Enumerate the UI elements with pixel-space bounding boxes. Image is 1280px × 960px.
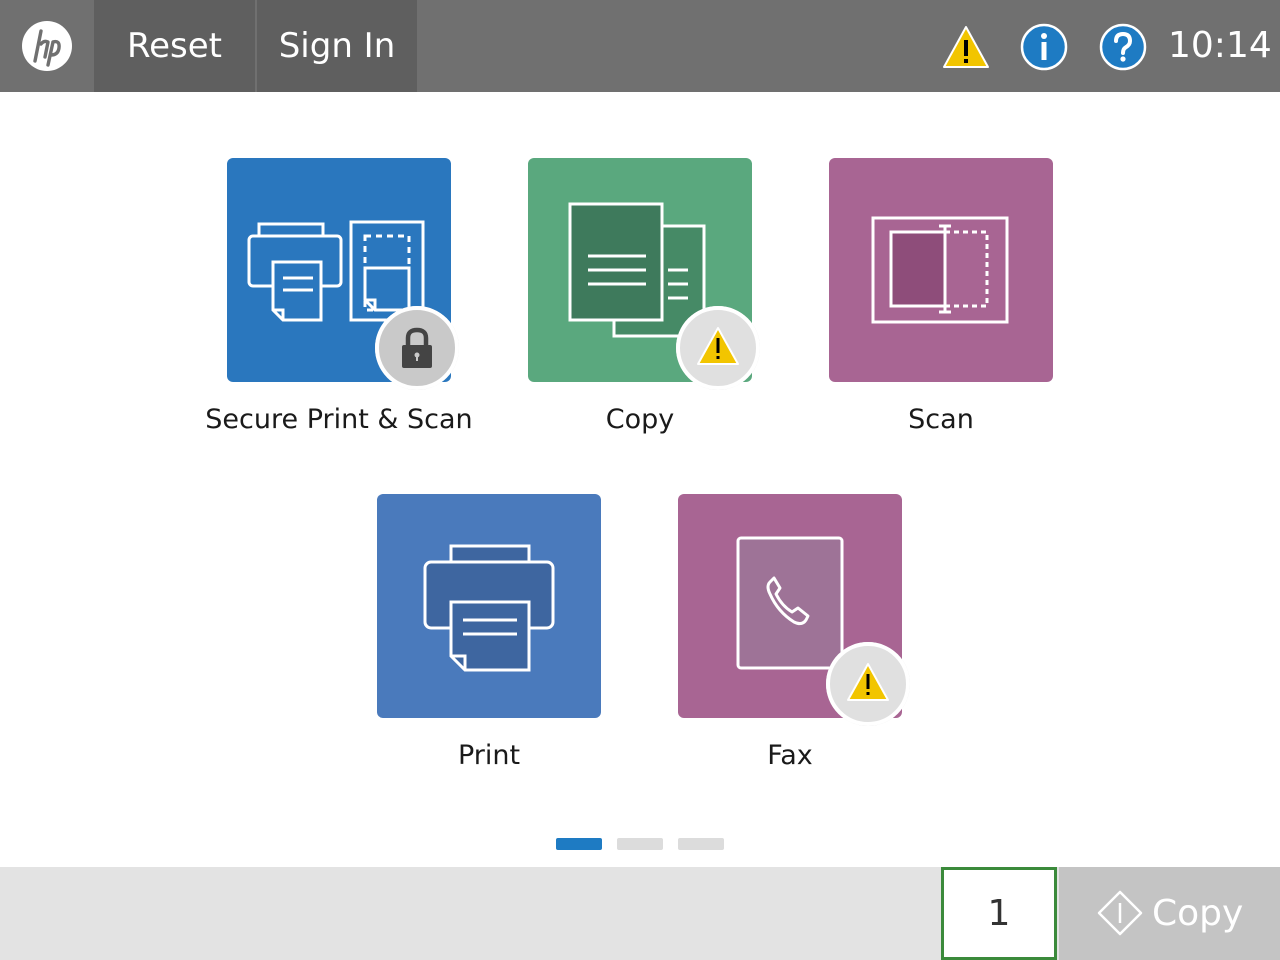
warning-icon (676, 306, 760, 390)
lock-badge (375, 306, 459, 390)
bottom-bar: 1 Copy (0, 867, 1280, 960)
lock-icon (375, 306, 459, 390)
hp-logo-button[interactable] (0, 0, 94, 92)
info-icon[interactable] (1020, 23, 1068, 71)
scan-tile[interactable] (829, 158, 1053, 382)
app-fax[interactable]: Fax (628, 494, 928, 794)
page-dot-3[interactable] (678, 838, 724, 850)
printer-icon (423, 544, 555, 672)
start-copy-label: Copy (1152, 893, 1244, 934)
printer-home-screen: Reset Sign In 10:14 Secure Print & Scan … (0, 0, 1280, 960)
reset-button[interactable]: Reset (94, 0, 255, 92)
print-tile[interactable] (377, 494, 601, 718)
app-label: Copy (605, 404, 675, 435)
app-label: Print (457, 740, 521, 771)
help-icon[interactable] (1099, 23, 1147, 71)
fax-warning-badge (826, 642, 910, 726)
app-copy[interactable]: Copy (478, 158, 778, 458)
page-dot-2[interactable] (617, 838, 663, 850)
start-diamond-icon (1097, 890, 1143, 936)
app-print[interactable]: Print (327, 494, 627, 794)
warning-icon[interactable] (942, 23, 990, 71)
copy-warning-badge (676, 306, 760, 390)
app-label: Scan (908, 404, 974, 435)
app-secure-print-scan[interactable]: Secure Print & Scan (177, 158, 477, 458)
sign-in-button[interactable]: Sign In (257, 0, 417, 92)
scan-icon (871, 216, 1009, 324)
clock: 10:14 (1168, 25, 1272, 66)
app-label: Secure Print & Scan (205, 404, 473, 435)
warning-icon (826, 642, 910, 726)
top-bar: Reset Sign In 10:14 (0, 0, 1280, 92)
page-dot-1[interactable] (556, 838, 602, 850)
app-scan[interactable]: Scan (779, 158, 1079, 458)
copies-count-input[interactable]: 1 (941, 867, 1057, 960)
app-label: Fax (767, 740, 813, 771)
start-copy-button[interactable]: Copy (1059, 867, 1280, 960)
hp-logo-icon (22, 21, 72, 71)
